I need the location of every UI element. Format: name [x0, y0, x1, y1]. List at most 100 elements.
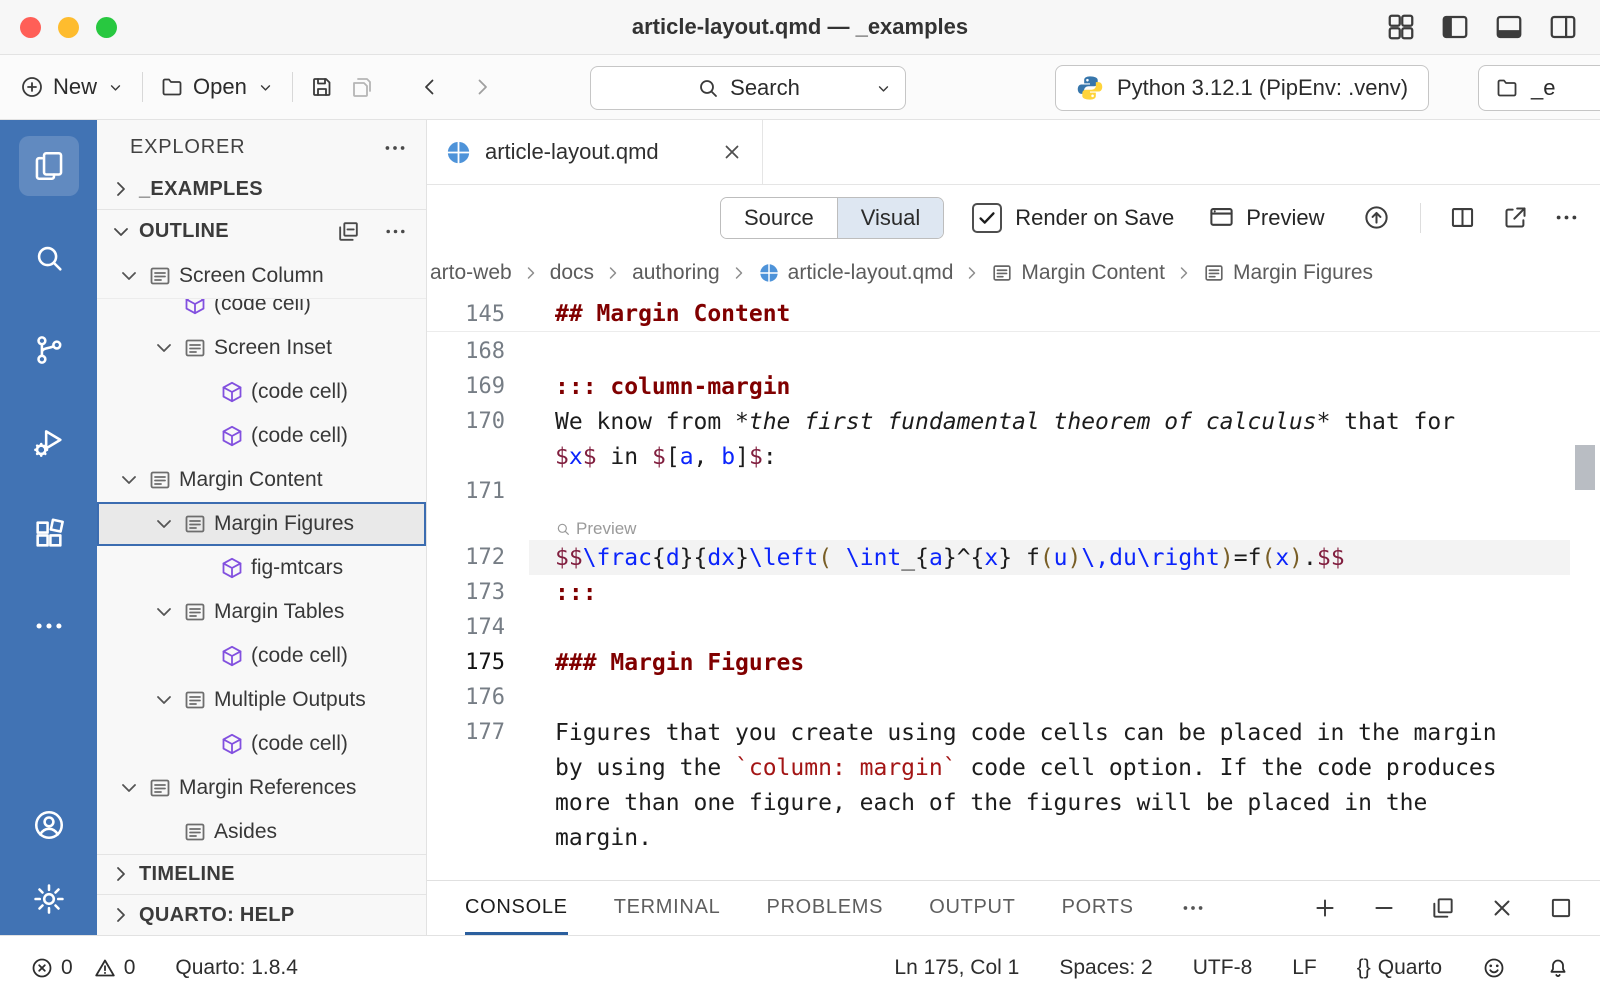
settings-button[interactable]	[19, 869, 79, 929]
more-actions-icon[interactable]	[382, 135, 408, 161]
publish-button[interactable]	[1363, 204, 1390, 231]
breadcrumb-item[interactable]: arto-web	[430, 261, 512, 285]
code-line[interactable]: 145 ## Margin Content	[427, 297, 1600, 332]
breadcrumb-item[interactable]: Margin Figures	[1203, 261, 1373, 285]
more-panel-tabs-icon[interactable]	[1180, 895, 1206, 921]
close-icon[interactable]	[720, 140, 744, 164]
new-button[interactable]: New	[20, 74, 125, 100]
outline-item[interactable]: (code cell)	[97, 634, 426, 678]
back-icon[interactable]	[418, 75, 442, 99]
render-on-save-checkbox[interactable]	[972, 203, 1002, 233]
outline-item[interactable]: (code cell)	[97, 722, 426, 766]
panel-tab[interactable]: OUTPUT	[929, 881, 1015, 935]
eol-sequence[interactable]: LF	[1292, 956, 1317, 980]
breadcrumb-item[interactable]: docs	[550, 261, 594, 285]
minimize-panel-icon[interactable]	[1371, 895, 1397, 921]
outline-item[interactable]: (code cell)	[97, 370, 426, 414]
more-actions-icon[interactable]	[383, 219, 408, 244]
code-line[interactable]: 168	[427, 334, 1600, 369]
code-line[interactable]: 170 We know from *the first fundamental …	[427, 404, 1600, 439]
chevron-down-icon[interactable]	[152, 600, 176, 624]
editor-tab[interactable]: article-layout.qmd	[427, 120, 763, 184]
code-line[interactable]: margin.	[427, 820, 1600, 855]
encoding[interactable]: UTF-8	[1193, 956, 1253, 980]
close-panel-icon[interactable]	[1489, 895, 1515, 921]
chevron-down-icon[interactable]	[874, 79, 893, 98]
code-line[interactable]: 173 :::	[427, 575, 1600, 610]
code-line[interactable]: more than one figure, each of the figure…	[427, 785, 1600, 820]
codelens-preview[interactable]: Preview	[555, 519, 636, 539]
close-window-button[interactable]	[20, 17, 41, 38]
visual-mode-button[interactable]: Visual	[837, 198, 944, 238]
chevron-down-icon[interactable]	[117, 468, 141, 492]
code-line[interactable]: 174	[427, 610, 1600, 645]
outline-item[interactable]: Margin Tables	[97, 590, 426, 634]
open-button[interactable]: Open	[160, 74, 275, 100]
panel-left-icon[interactable]	[1440, 12, 1470, 42]
breadcrumb-item[interactable]: authoring	[632, 261, 720, 285]
more-activity-button[interactable]	[19, 596, 79, 656]
chevron-down-icon[interactable]	[152, 336, 176, 360]
scrollbar-thumb[interactable]	[1575, 445, 1595, 490]
sidebar-section-quarto-help[interactable]: QUARTO: HELP	[97, 895, 426, 935]
chevron-down-icon[interactable]	[152, 512, 176, 536]
code-line[interactable]: 175 ### Margin Figures	[427, 645, 1600, 680]
maximize-panel-icon[interactable]	[1548, 895, 1574, 921]
code-editor[interactable]: 145 ## Margin Content 168 169 ::: column…	[427, 295, 1600, 880]
outline-item[interactable]: Margin References	[97, 766, 426, 810]
language-mode[interactable]: {} Quarto	[1357, 956, 1442, 980]
layout-grid-icon[interactable]	[1386, 12, 1416, 42]
panel-tab[interactable]: CONSOLE	[465, 881, 568, 935]
error-count[interactable]: 0	[30, 956, 73, 980]
collapse-all-icon[interactable]	[336, 219, 361, 244]
sidebar-section-examples[interactable]: _EXAMPLES	[97, 169, 426, 209]
source-mode-button[interactable]: Source	[721, 198, 837, 238]
code-line[interactable]: 176	[427, 680, 1600, 715]
code-line[interactable]: 171	[427, 474, 1600, 509]
source-control-activity-button[interactable]	[19, 320, 79, 380]
code-line[interactable]: 169 ::: column-margin	[427, 369, 1600, 404]
workspace-button[interactable]: _e	[1478, 65, 1600, 111]
run-debug-activity-button[interactable]	[19, 412, 79, 472]
code-line[interactable]: 177 Figures that you create using code c…	[427, 715, 1600, 750]
forward-icon[interactable]	[470, 75, 494, 99]
panel-tab[interactable]: PROBLEMS	[766, 881, 883, 935]
outline-item[interactable]: Screen Column	[97, 254, 426, 298]
account-button[interactable]	[19, 795, 79, 855]
quarto-version[interactable]: Quarto: 1.8.4	[175, 956, 298, 980]
outline-item[interactable]: Margin Figures	[97, 502, 426, 546]
bell-icon[interactable]	[1546, 956, 1570, 980]
breadcrumb-item[interactable]: Margin Content	[991, 261, 1165, 285]
split-editor-button[interactable]	[1449, 204, 1476, 231]
restore-panel-icon[interactable]	[1430, 895, 1456, 921]
interpreter-selector[interactable]: Python 3.12.1 (PipEnv: .venv)	[1055, 65, 1429, 111]
code-line[interactable]: 172 $$\frac{d}{dx}\left( \int_{a}^{x} f(…	[427, 540, 1600, 575]
indentation[interactable]: Spaces: 2	[1059, 956, 1152, 980]
outline-item[interactable]: fig-mtcars	[97, 546, 426, 590]
new-console-icon[interactable]	[1312, 895, 1338, 921]
sidebar-section-timeline[interactable]: TIMELINE	[97, 855, 426, 895]
chevron-down-icon[interactable]	[117, 264, 141, 288]
zoom-window-button[interactable]	[96, 17, 117, 38]
save-all-icon[interactable]	[350, 75, 374, 99]
explorer-activity-button[interactable]	[19, 136, 79, 196]
panel-bottom-icon[interactable]	[1494, 12, 1524, 42]
preview-button[interactable]: Preview	[1208, 204, 1324, 231]
sidebar-section-outline[interactable]: OUTLINE	[97, 210, 426, 253]
outline-item[interactable]: (code cell)	[97, 414, 426, 458]
open-external-button[interactable]	[1502, 204, 1529, 231]
outline-item[interactable]: Screen Inset	[97, 326, 426, 370]
search-input[interactable]: Search	[590, 66, 906, 110]
search-activity-button[interactable]	[19, 228, 79, 288]
breadcrumb-item[interactable]: article-layout.qmd	[758, 261, 954, 285]
warning-count[interactable]: 0	[93, 956, 136, 980]
extensions-activity-button[interactable]	[19, 504, 79, 564]
code-line[interactable]: $x$ in $[a, b]$:	[427, 439, 1600, 474]
panel-tab[interactable]: TERMINAL	[614, 881, 721, 935]
outline-item[interactable]: Margin Content	[97, 458, 426, 502]
outline-item[interactable]: Asides	[97, 810, 426, 854]
feedback-smiley-icon[interactable]	[1482, 956, 1506, 980]
outline-item[interactable]: Multiple Outputs	[97, 678, 426, 722]
panel-right-icon[interactable]	[1548, 12, 1578, 42]
panel-tab[interactable]: PORTS	[1062, 881, 1134, 935]
